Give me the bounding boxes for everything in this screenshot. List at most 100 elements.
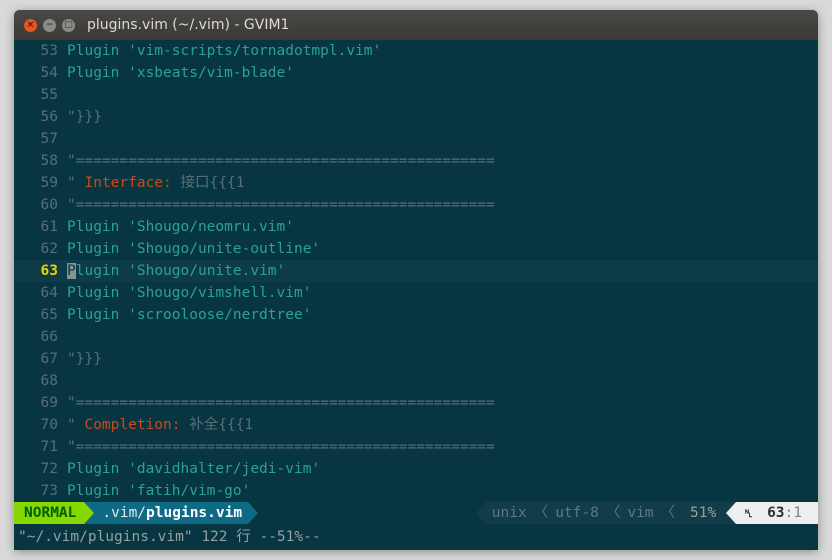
line-number: 68	[40, 373, 58, 389]
status-sep-3: 〈	[659, 502, 677, 524]
plugin-keyword: Plugin	[67, 483, 129, 499]
text-cursor: P	[67, 263, 76, 279]
code-line[interactable]: 56 "}}}	[14, 106, 818, 128]
line-number: 53	[40, 43, 58, 59]
status-line: NORMAL .vim/plugins.vim unix 〈 utf-8 〈 v…	[14, 502, 818, 524]
line-text: Plugin 'xsbeats/vim-blade'	[67, 62, 294, 84]
maximize-icon[interactable]: □	[62, 18, 75, 32]
editor-buffer[interactable]: 53 Plugin 'vim-scripts/tornadotmpl.vim' 54…	[14, 40, 818, 502]
line-number: 65	[40, 307, 58, 323]
comment-text: "=======================================…	[67, 197, 495, 213]
line-text: Plugin 'fatih/vim-go'	[67, 480, 250, 502]
code-line[interactable]: 66	[14, 326, 818, 348]
line-number: 64	[40, 285, 58, 301]
cursor-col: :1	[784, 505, 802, 521]
line-number: 66	[40, 329, 58, 345]
plugin-keyword: Plugin	[67, 307, 129, 323]
status-spacer	[258, 502, 476, 524]
plugin-keyword: Plugin	[67, 241, 129, 257]
command-line[interactable]: "~/.vim/plugins.vim" 122 行 --51%--	[14, 524, 818, 550]
code-line[interactable]: 67 "}}}	[14, 348, 818, 370]
comment-text: "}}}	[67, 109, 102, 125]
code-line[interactable]: 54 Plugin 'xsbeats/vim-blade'	[14, 62, 818, 84]
close-icon[interactable]: ×	[24, 18, 37, 32]
line-number: 67	[40, 351, 58, 367]
section-title: Interface:	[84, 175, 172, 191]
line-number: 72	[40, 461, 58, 477]
line-text: "=======================================…	[67, 194, 495, 216]
line-number: 55	[40, 87, 58, 103]
code-line[interactable]: 73 Plugin 'fatih/vim-go'	[14, 480, 818, 502]
section-fold: 接口{{{1	[171, 175, 245, 191]
code-line[interactable]: 72 Plugin 'davidhalter/jedi-vim'	[14, 458, 818, 480]
scroll-percent: 51%	[676, 502, 727, 524]
cursor-line: 63	[767, 505, 785, 521]
status-sep-2: 〈	[604, 502, 622, 524]
code-line[interactable]: 55	[14, 84, 818, 106]
title-bar[interactable]: × − □ plugins.vim (~/.vim) - GVIM1	[14, 10, 818, 40]
position-separator	[726, 502, 737, 524]
code-line[interactable]: 62 Plugin 'Shougo/unite-outline'	[14, 238, 818, 260]
cursor-position: ␤ 63:1	[736, 502, 818, 524]
code-line[interactable]: 64 Plugin 'Shougo/vimshell.vim'	[14, 282, 818, 304]
plugin-string: 'vim-scripts/tornadotmpl.vim'	[128, 43, 382, 59]
file-separator	[248, 502, 259, 524]
plugin-string: 'Shougo/vimshell.vim'	[128, 285, 312, 301]
plugin-string: 'xsbeats/vim-blade'	[128, 65, 294, 81]
comment-text: "=======================================…	[67, 439, 495, 455]
line-text: Plugin 'Shougo/unite.vim'	[67, 260, 285, 282]
info-separator	[475, 502, 486, 524]
file-encoding: utf-8	[549, 502, 605, 524]
code-line[interactable]: 57	[14, 128, 818, 150]
line-text: "}}}	[67, 348, 102, 370]
file-dir: .vim/	[102, 505, 147, 521]
line-text: "=======================================…	[67, 392, 495, 414]
code-line[interactable]: 60 "=====================================…	[14, 194, 818, 216]
file-name: plugins.vim	[146, 505, 243, 521]
line-number: 57	[40, 131, 58, 147]
plugin-keyword: Plugin	[67, 219, 129, 235]
plugin-string: 'Shougo/neomru.vim'	[128, 219, 294, 235]
code-line[interactable]: 58 "=====================================…	[14, 150, 818, 172]
code-line[interactable]: 63 Plugin 'Shougo/unite.vim'	[14, 260, 818, 282]
line-number: 60	[40, 197, 58, 213]
minimize-icon[interactable]: −	[43, 18, 56, 32]
code-line[interactable]: 65 Plugin 'scrooloose/nerdtree'	[14, 304, 818, 326]
line-number: 69	[40, 395, 58, 411]
plugin-string: 'fatih/vim-go'	[128, 483, 251, 499]
status-sep-1: 〈	[532, 502, 550, 524]
gvim-window: × − □ plugins.vim (~/.vim) - GVIM1 53 Plu…	[14, 10, 818, 550]
line-text: " Interface: 接口{{{1	[67, 172, 244, 194]
line-text: Plugin 'Shougo/neomru.vim'	[67, 216, 294, 238]
line-number-icon: ␤	[744, 507, 754, 520]
code-line[interactable]: 59 " Interface: 接口{{{1	[14, 172, 818, 194]
comment-prefix: "	[67, 175, 85, 191]
code-line[interactable]: 69 "=====================================…	[14, 392, 818, 414]
line-text: Plugin 'scrooloose/nerdtree'	[67, 304, 311, 326]
code-line[interactable]: 70 " Completion: 补全{{{1	[14, 414, 818, 436]
plugin-string: 'Shougo/unite-outline'	[128, 241, 321, 257]
line-number: 73	[40, 483, 58, 499]
line-number: 59	[40, 175, 58, 191]
plugin-keyword: Plugin	[67, 285, 129, 301]
plugin-string: 'scrooloose/nerdtree'	[128, 307, 312, 323]
code-line[interactable]: 61 Plugin 'Shougo/neomru.vim'	[14, 216, 818, 238]
line-text: Plugin 'Shougo/unite-outline'	[67, 238, 320, 260]
comment-text: "=======================================…	[67, 395, 495, 411]
line-number: 63	[40, 263, 58, 279]
line-text: Plugin 'Shougo/vimshell.vim'	[67, 282, 311, 304]
line-number: 58	[40, 153, 58, 169]
code-line[interactable]: 68	[14, 370, 818, 392]
line-text: "=======================================…	[67, 436, 495, 458]
window-title: plugins.vim (~/.vim) - GVIM1	[87, 17, 290, 33]
line-number: 56	[40, 109, 58, 125]
plugin-keyword: Plugin	[67, 65, 129, 81]
file-type: vim	[621, 502, 660, 524]
file-format: unix	[485, 502, 533, 524]
plugin-keyword: lugin	[75, 263, 129, 279]
code-line[interactable]: 71 "=====================================…	[14, 436, 818, 458]
line-number: 61	[40, 219, 58, 235]
section-title: Completion:	[84, 417, 181, 433]
code-line[interactable]: 53 Plugin 'vim-scripts/tornadotmpl.vim'	[14, 40, 818, 62]
line-text: Plugin 'davidhalter/jedi-vim'	[67, 458, 320, 480]
